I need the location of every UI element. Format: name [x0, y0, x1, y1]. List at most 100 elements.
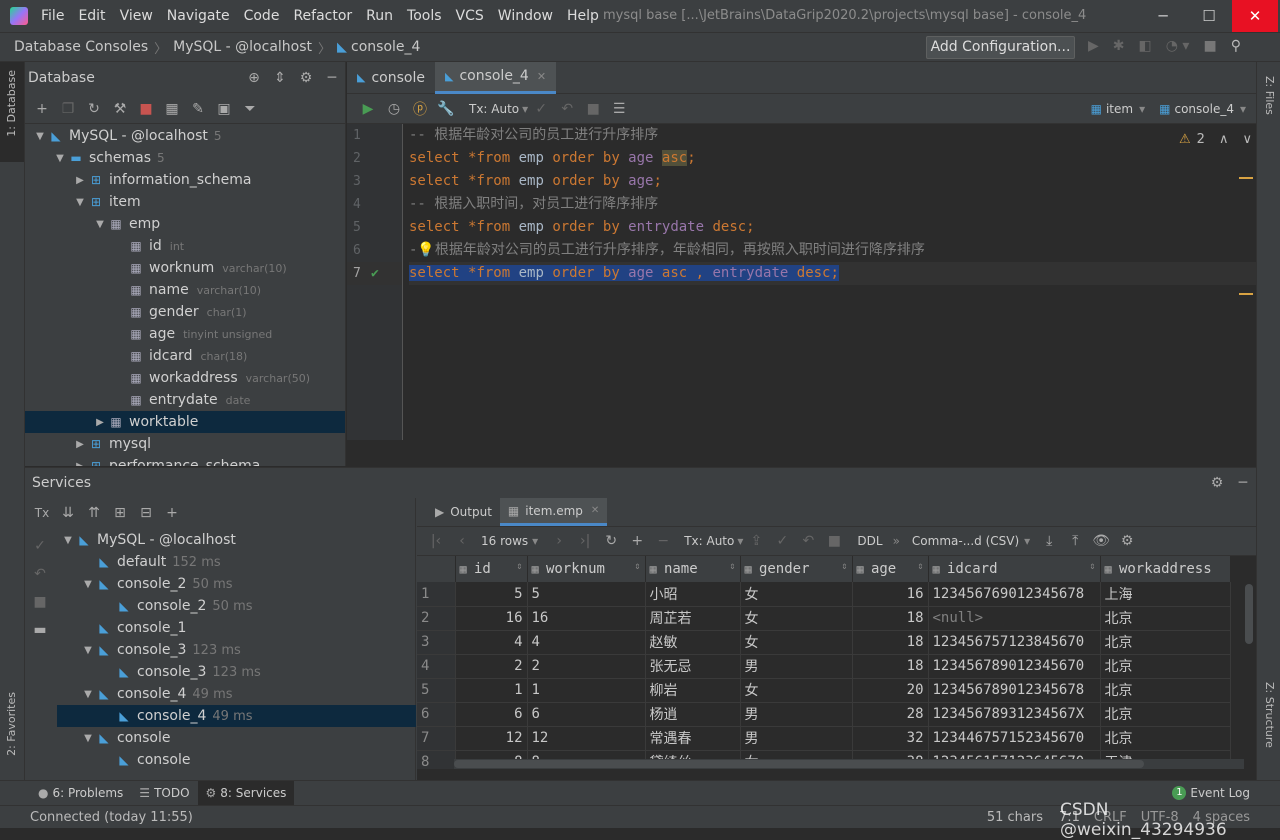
table-cell[interactable]: 女: [740, 582, 853, 607]
commit-icon[interactable]: ✓: [528, 101, 554, 117]
service-node[interactable]: ▼ ◣ console: [57, 727, 416, 749]
breadcrumb-database-consoles[interactable]: Database Consoles: [14, 39, 148, 55]
warning-marker[interactable]: [1239, 177, 1253, 179]
result-grid[interactable]: ▦ id ⇕ ▦ worknum ⇕ ▦ name ⇕ ▦ gender ⇕ ▦ age…: [417, 556, 1256, 769]
problems-tab[interactable]: ● 6: Problems: [30, 781, 131, 806]
breadcrumb-mysql[interactable]: MySQL - @localhost: [173, 39, 312, 55]
table-cell[interactable]: 123456789012345670: [928, 654, 1101, 679]
maximize-button[interactable]: ☐: [1186, 0, 1232, 32]
debug-icon[interactable]: ✱: [1113, 38, 1125, 54]
table-cell[interactable]: 18: [852, 606, 929, 631]
vertical-scrollbar[interactable]: [1245, 584, 1253, 644]
chevron-down-icon[interactable]: ▼: [61, 535, 75, 546]
table-cell[interactable]: 12: [527, 726, 646, 751]
group-icon[interactable]: ⊞: [107, 505, 133, 521]
menu-tools[interactable]: Tools: [400, 0, 449, 32]
service-node[interactable]: ▼ ◣ console_4 49 ms: [57, 683, 416, 705]
cancel-icon[interactable]: ■: [821, 533, 847, 549]
warning-marker[interactable]: [1239, 293, 1253, 295]
menu-window[interactable]: Window: [491, 0, 560, 32]
table-cell[interactable]: <null>: [928, 606, 1101, 631]
wrench-icon[interactable]: 🔧: [433, 101, 459, 117]
commit-icon[interactable]: ✓: [769, 533, 795, 549]
close-tab-icon[interactable]: ✕: [537, 70, 546, 83]
prev-page-icon[interactable]: ‹: [449, 533, 475, 549]
menu-view[interactable]: View: [113, 0, 160, 32]
layout-icon[interactable]: ▬: [29, 616, 51, 644]
table-cell[interactable]: 1: [527, 678, 646, 703]
table-row[interactable]: 6 6 6 杨逍男 28 12345678931234567X 北京: [417, 702, 1231, 727]
output-layout-icon[interactable]: ☰: [606, 101, 632, 117]
copy-icon[interactable]: ❐: [55, 101, 81, 117]
minimize-button[interactable]: ─: [1140, 0, 1186, 32]
breadcrumb-console[interactable]: console_4: [351, 39, 420, 55]
chevron-down-icon[interactable]: ▼: [81, 689, 95, 700]
table-cell[interactable]: 北京: [1100, 630, 1231, 655]
tree-node[interactable]: ▼ ⊞ item: [25, 191, 345, 213]
tx-icon[interactable]: Tx: [29, 506, 55, 520]
sort-icon[interactable]: ⇕: [729, 561, 735, 572]
tree-node[interactable]: ▦ id int: [25, 235, 345, 257]
menu-file[interactable]: File: [34, 0, 71, 32]
tree-node[interactable]: ▦ entrydate date: [25, 389, 345, 411]
chevron-right-icon[interactable]: ▶: [73, 439, 87, 450]
column-header-age[interactable]: ▦ age ⇕: [852, 556, 929, 582]
table-cell[interactable]: 2: [455, 654, 528, 679]
tree-node[interactable]: ▦ age tinyint unsigned: [25, 323, 345, 345]
delete-row-icon[interactable]: −: [650, 533, 676, 549]
edit-icon[interactable]: ✎: [185, 101, 211, 117]
editor-tab-console[interactable]: ◣ console: [347, 62, 435, 94]
close-button[interactable]: ✕: [1232, 0, 1278, 32]
sort-icon[interactable]: ⇕: [841, 561, 847, 572]
inspection-widget[interactable]: ⚠ 2 ∧ ∨: [1179, 132, 1252, 147]
table-cell[interactable]: 杨逍: [645, 702, 741, 727]
session-selector[interactable]: console_4: [1174, 102, 1234, 116]
editor-tab-console_4[interactable]: ◣ console_4 ✕: [434, 61, 557, 94]
add-row-icon[interactable]: +: [624, 533, 650, 549]
table-row[interactable]: 1 5 5 小昭女 16 123456769012345678 上海: [417, 582, 1231, 607]
last-page-icon[interactable]: ›|: [572, 533, 598, 549]
commit-icon[interactable]: ✓: [29, 532, 51, 560]
table-cell[interactable]: 20: [852, 678, 929, 703]
stop-icon[interactable]: ■: [1203, 38, 1216, 54]
run-icon[interactable]: ▶: [1088, 38, 1099, 54]
table-cell[interactable]: 123456789012345678: [928, 678, 1101, 703]
refresh-icon[interactable]: ↻: [598, 533, 624, 549]
table-cell[interactable]: 北京: [1100, 678, 1231, 703]
first-page-icon[interactable]: |‹: [423, 533, 449, 549]
gear-icon[interactable]: ⚙: [1204, 475, 1230, 491]
result-tab-item-emp[interactable]: ▦ item.emp ✕: [499, 498, 608, 526]
menu-run[interactable]: Run: [359, 0, 400, 32]
service-node[interactable]: ▼ ◣ console_2 50 ms: [57, 573, 416, 595]
table-cell[interactable]: 123456769012345678: [928, 582, 1101, 607]
tx-mode-dropdown[interactable]: Tx: Auto: [684, 534, 734, 548]
menu-edit[interactable]: Edit: [71, 0, 112, 32]
column-header-worknum[interactable]: ▦ worknum ⇕: [527, 556, 646, 582]
gear-icon[interactable]: ⚙: [1114, 533, 1140, 549]
chevron-down-icon[interactable]: ▼: [33, 131, 47, 142]
code-editor[interactable]: -- 根据年龄对公司的员工进行升序排序 select *from emp orde…: [409, 124, 1256, 285]
table-cell[interactable]: 常遇春: [645, 726, 741, 751]
tree-node[interactable]: ▶ ⊞ information_schema: [25, 169, 345, 191]
table-cell[interactable]: 16: [455, 606, 528, 631]
add-configuration-button[interactable]: Add Configuration...: [926, 36, 1075, 59]
table-cell[interactable]: 小昭: [645, 582, 741, 607]
add-icon[interactable]: +: [29, 101, 55, 117]
coverage-icon[interactable]: ◧: [1139, 38, 1152, 54]
collapse-icon[interactable]: ⇕: [267, 62, 293, 94]
table-cell[interactable]: 男: [740, 702, 853, 727]
search-icon[interactable]: ⚲: [1231, 38, 1241, 54]
filter-icon[interactable]: ⊟: [133, 505, 159, 521]
minimize-icon[interactable]: ─: [1230, 475, 1256, 491]
minimize-icon[interactable]: ─: [319, 62, 345, 94]
table-cell[interactable]: 张无忌: [645, 654, 741, 679]
tree-node[interactable]: ▼ ◣ MySQL - @localhost 5: [25, 125, 345, 147]
todo-tab[interactable]: ☰ TODO: [131, 781, 197, 806]
chevron-right-icon[interactable]: ▶: [73, 461, 87, 467]
table-cell[interactable]: 北京: [1100, 702, 1231, 727]
stop-icon[interactable]: ■: [133, 101, 159, 117]
horizontal-scrollbar[interactable]: [454, 759, 1244, 769]
tx-mode-dropdown[interactable]: Tx: Auto: [469, 102, 519, 116]
expand-all-icon[interactable]: ⇊: [55, 505, 81, 521]
chevron-down-icon[interactable]: ▼: [93, 219, 107, 230]
